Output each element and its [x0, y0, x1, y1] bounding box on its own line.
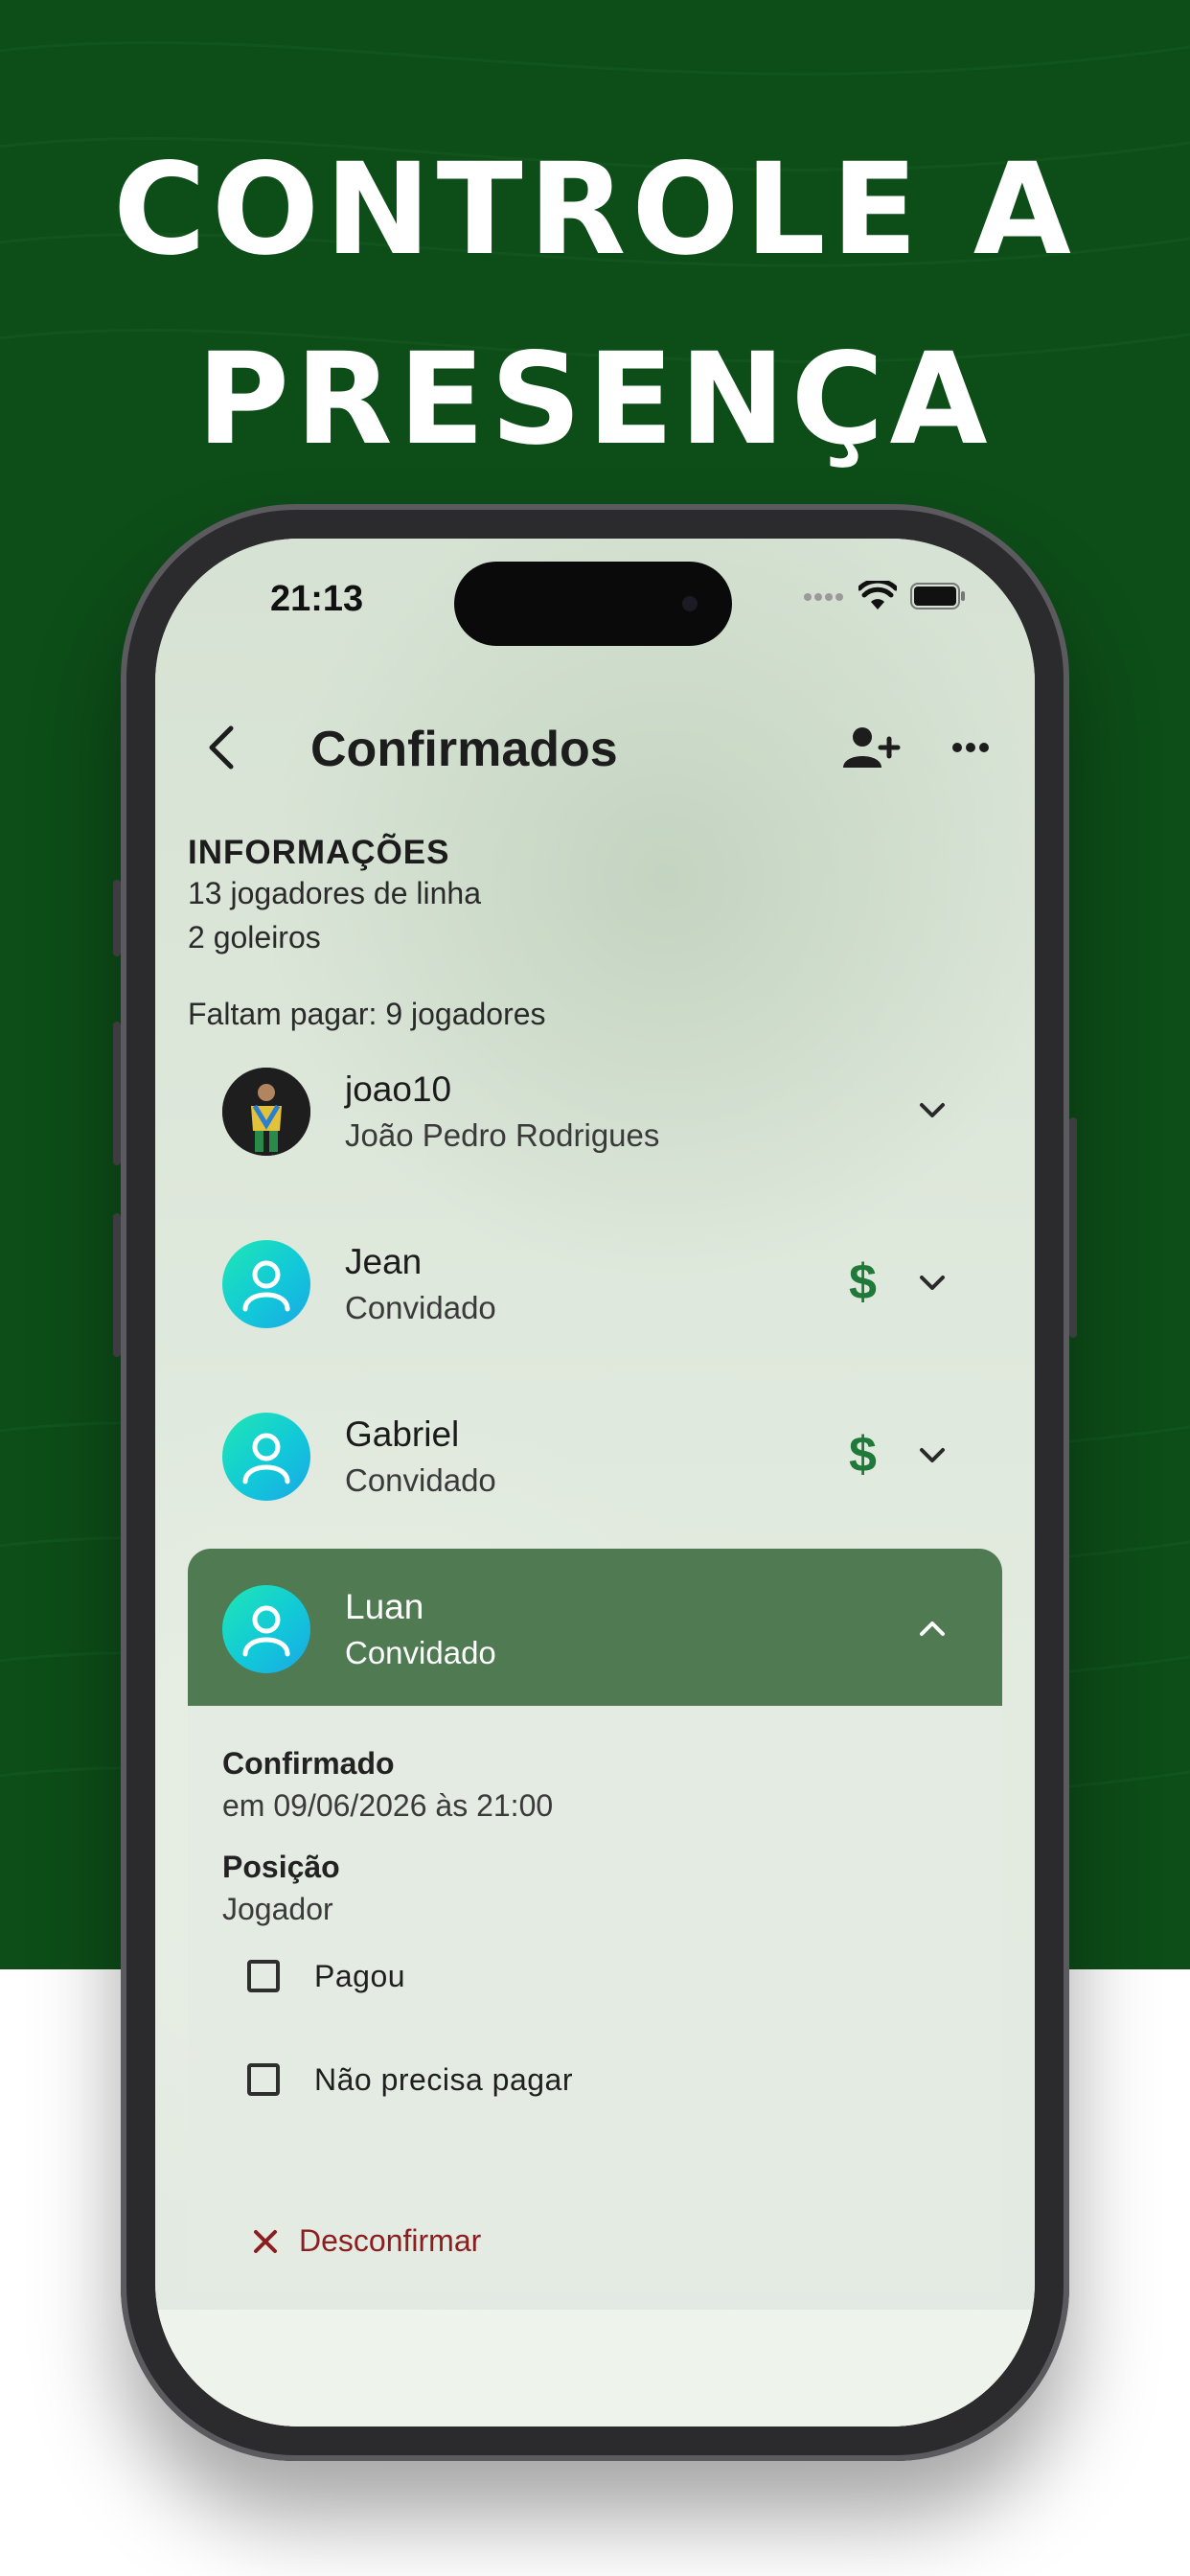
- paid-label: Pagou: [314, 1958, 406, 1993]
- more-icon: [952, 743, 989, 752]
- unconfirm-button[interactable]: Desconfirmar: [251, 2223, 481, 2259]
- expand-button[interactable]: [908, 1087, 956, 1135]
- back-icon: [209, 725, 234, 770]
- phone-frame: 21:13 Confirmados INFORMAÇÕES 13 jogador…: [113, 504, 1077, 2461]
- position-label: Posição: [222, 1850, 340, 1884]
- no-pay-checkbox[interactable]: [247, 2063, 280, 2096]
- player-name: Gabriel: [345, 1414, 460, 1454]
- guest-user-icon: [242, 1260, 290, 1312]
- mute-switch: [113, 880, 121, 956]
- battery-icon: [910, 582, 966, 615]
- expand-button[interactable]: [908, 1259, 956, 1307]
- app-bar: Confirmados: [155, 654, 1035, 828]
- guest-user-icon: [242, 1433, 290, 1484]
- no-pay-checkbox-row[interactable]: Não precisa pagar: [247, 2051, 573, 2108]
- status-time: 21:13: [270, 579, 364, 619]
- player-subtitle: Convidado: [345, 1462, 496, 1498]
- status-icons: [803, 578, 966, 616]
- volume-down-button: [113, 1213, 121, 1357]
- paid-checkbox-row[interactable]: Pagou: [247, 1947, 405, 2005]
- volume-up-button: [113, 1022, 121, 1165]
- more-button[interactable]: [947, 719, 995, 776]
- headline-line-2: PRESENÇA: [196, 326, 994, 473]
- wifi-icon: [857, 578, 899, 616]
- chevron-down-icon: [920, 1103, 945, 1117]
- player-name: joao10: [345, 1070, 452, 1109]
- info-players: 13 jogadores de linha: [188, 876, 482, 910]
- payment-pending-icon[interactable]: $: [849, 1426, 877, 1484]
- avatar: [222, 1068, 310, 1156]
- position-value: Jogador: [222, 1892, 333, 1926]
- chevron-down-icon: [920, 1276, 945, 1290]
- avatar: [222, 1413, 310, 1501]
- unconfirm-label: Desconfirmar: [299, 2223, 482, 2258]
- confirmed-label: Confirmado: [222, 1746, 395, 1781]
- no-pay-label: Não precisa pagar: [314, 2061, 573, 2097]
- add-user-button[interactable]: [839, 719, 906, 776]
- avatar: [222, 1240, 310, 1328]
- player-name: Luan: [345, 1587, 424, 1626]
- player-subtitle: João Pedro Rodrigues: [345, 1117, 660, 1153]
- avatar: [222, 1585, 310, 1673]
- paid-checkbox[interactable]: [247, 1960, 280, 1992]
- player-subtitle: Convidado: [345, 1635, 496, 1670]
- power-button: [1069, 1117, 1077, 1338]
- signal-dots-icon: [803, 590, 845, 608]
- info-goalkeepers: 2 goleiros: [188, 920, 321, 954]
- promo-headline: CONTROLE A PRESENÇA: [0, 115, 1190, 494]
- confirmed-value: em 09/06/2026 às 21:00: [222, 1788, 554, 1823]
- add-user-icon: [843, 727, 901, 768]
- guest-user-icon: [242, 1605, 290, 1657]
- expand-button[interactable]: [908, 1432, 956, 1480]
- player-name: Jean: [345, 1242, 423, 1281]
- info-heading: INFORMAÇÕES: [188, 834, 450, 871]
- player-row-jean[interactable]: Jean Convidado $: [188, 1204, 1002, 1361]
- headline-line-1: CONTROLE A: [113, 136, 1077, 284]
- back-button[interactable]: [192, 719, 249, 776]
- close-icon: [254, 2229, 277, 2253]
- chevron-up-icon: [920, 1622, 945, 1636]
- page-title: Confirmados: [310, 722, 618, 777]
- player-row-joao10[interactable]: joao10 João Pedro Rodrigues: [188, 1031, 1002, 1188]
- player-row-gabriel[interactable]: Gabriel Convidado $: [188, 1376, 1002, 1533]
- player-photo: [222, 1068, 310, 1156]
- chevron-down-icon: [920, 1448, 945, 1462]
- player-row-luan[interactable]: Luan Convidado: [188, 1549, 1002, 1706]
- bottom-area: [155, 2310, 1035, 2426]
- collapse-button[interactable]: [908, 1604, 956, 1652]
- phone-screen: 21:13 Confirmados INFORMAÇÕES 13 jogador…: [155, 539, 1035, 2426]
- pending-payment: Faltam pagar: 9 jogadores: [188, 997, 546, 1031]
- payment-pending-icon[interactable]: $: [849, 1254, 877, 1311]
- camera-dot: [682, 596, 698, 611]
- dynamic-island: [454, 562, 732, 646]
- player-details-panel: Confirmado em 09/06/2026 às 21:00 Posiçã…: [188, 1706, 1002, 2292]
- player-subtitle: Convidado: [345, 1290, 496, 1325]
